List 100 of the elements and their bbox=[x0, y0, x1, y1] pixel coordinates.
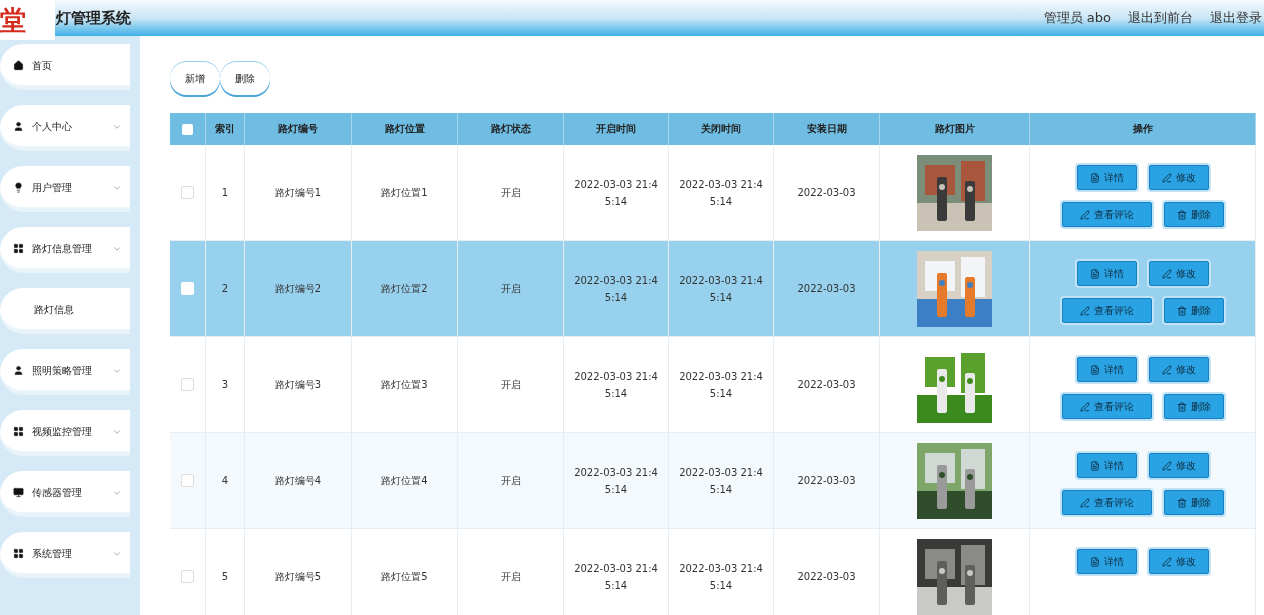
action-button[interactable]: 删除 bbox=[1163, 298, 1224, 323]
action-button[interactable]: 删除 bbox=[1163, 490, 1224, 515]
column-header: 开启时间 bbox=[564, 113, 669, 145]
column-header: 路灯位置 bbox=[352, 113, 458, 145]
table-cell: 路灯位置3 bbox=[352, 337, 458, 433]
row-highlight[interactable] bbox=[170, 337, 206, 433]
column-header: 路灯图片 bbox=[880, 113, 1030, 145]
action-button[interactable]: 修改 bbox=[1148, 549, 1209, 574]
sidebar-item[interactable]: 用户管理 bbox=[0, 166, 130, 212]
table-cell: 3 bbox=[206, 337, 245, 433]
lightbulb-icon bbox=[13, 182, 24, 193]
table-cell: 2022-03-03 21:45:14 bbox=[564, 145, 669, 241]
action-button[interactable]: 详情 bbox=[1076, 549, 1137, 574]
document-icon bbox=[1089, 460, 1100, 471]
pen-icon bbox=[1161, 268, 1172, 279]
user-icon bbox=[13, 121, 24, 132]
sidebar-item[interactable]: 系统管理 bbox=[0, 532, 130, 578]
table-cell: 路灯位置2 bbox=[352, 241, 458, 337]
header-link[interactable]: 退出登录 bbox=[1210, 9, 1262, 27]
table-cell: 2022-03-03 21:45:14 bbox=[669, 241, 774, 337]
column-header: 安装日期 bbox=[774, 113, 880, 145]
trash-icon bbox=[1176, 305, 1187, 316]
action-button[interactable]: 详情 bbox=[1076, 165, 1137, 190]
trash-icon bbox=[1176, 497, 1187, 508]
column-header: 路灯状态 bbox=[458, 113, 564, 145]
trash-icon bbox=[1176, 401, 1187, 412]
table-cell: 路灯编号2 bbox=[245, 241, 352, 337]
action-button[interactable]: 查看评论 bbox=[1061, 202, 1152, 227]
app-title: 灯管理系统 bbox=[56, 8, 131, 28]
document-icon bbox=[1089, 556, 1100, 567]
action-button[interactable]: 删除 bbox=[1163, 394, 1224, 419]
table-cell: 开启 bbox=[458, 241, 564, 337]
pen-icon bbox=[1079, 497, 1090, 508]
action-button[interactable]: 详情 bbox=[1076, 357, 1137, 382]
column-header: 索引 bbox=[206, 113, 245, 145]
row-checkbox[interactable] bbox=[181, 378, 194, 391]
table-cell: 开启 bbox=[458, 337, 564, 433]
toolbar-button[interactable]: 新增 bbox=[170, 62, 220, 95]
row-checkbox[interactable] bbox=[181, 474, 194, 487]
action-button[interactable]: 删除 bbox=[1163, 202, 1224, 227]
table-cell: 2022-03-03 bbox=[774, 433, 880, 529]
pen-icon bbox=[1079, 305, 1090, 316]
row-checkbox[interactable] bbox=[181, 186, 194, 199]
action-button[interactable]: 修改 bbox=[1148, 165, 1209, 190]
action-button[interactable]: 详情 bbox=[1076, 453, 1137, 478]
sidebar-item[interactable]: 个人中心 bbox=[0, 105, 130, 151]
pen-icon bbox=[1079, 401, 1090, 412]
pen-icon bbox=[1161, 460, 1172, 471]
sidebar-item[interactable]: 路灯信息管理 bbox=[0, 227, 130, 273]
trash-icon bbox=[1176, 209, 1187, 220]
action-button[interactable]: 查看评论 bbox=[1061, 490, 1152, 515]
table-cell: 4 bbox=[206, 433, 245, 529]
grid-icon bbox=[13, 243, 24, 254]
table-cell: 2022-03-03 21:45:14 bbox=[564, 433, 669, 529]
pen-icon bbox=[1161, 364, 1172, 375]
table-cell: 2 bbox=[206, 241, 245, 337]
table-cell: 2022-03-03 21:45:14 bbox=[669, 337, 774, 433]
sidebar-item[interactable]: 首页 bbox=[0, 44, 130, 90]
column-header: 关闭时间 bbox=[669, 113, 774, 145]
sidebar-item[interactable]: 照明策略管理 bbox=[0, 349, 130, 395]
pen-icon bbox=[1161, 172, 1172, 183]
column-header: 路灯编号 bbox=[245, 113, 352, 145]
select-all-checkbox[interactable] bbox=[182, 123, 193, 135]
row-highlight[interactable] bbox=[170, 433, 206, 529]
header-link[interactable]: 退出到前台 bbox=[1128, 9, 1193, 27]
table-cell: 路灯编号3 bbox=[245, 337, 352, 433]
row-highlight[interactable] bbox=[170, 145, 206, 241]
table-cell: 路灯位置4 bbox=[352, 433, 458, 529]
table-cell: 开启 bbox=[458, 145, 564, 241]
document-icon bbox=[1089, 172, 1100, 183]
action-button[interactable]: 详情 bbox=[1076, 261, 1137, 286]
table-cell: 2022-03-03 21:45:14 bbox=[564, 337, 669, 433]
table-cell: 路灯编号4 bbox=[245, 433, 352, 529]
action-button[interactable]: 查看评论 bbox=[1061, 394, 1152, 419]
sidebar-item[interactable]: 视频监控管理 bbox=[0, 410, 130, 456]
document-icon bbox=[1089, 268, 1100, 279]
table-cell: 1 bbox=[206, 145, 245, 241]
table-cell: 路灯编号1 bbox=[245, 145, 352, 241]
table-cell: 2022-03-03 bbox=[774, 241, 880, 337]
pen-icon bbox=[1161, 556, 1172, 567]
action-button[interactable]: 修改 bbox=[1148, 453, 1209, 478]
monitor-icon bbox=[13, 487, 24, 498]
column-header: 操作 bbox=[1030, 113, 1256, 145]
row-checkbox[interactable] bbox=[181, 570, 194, 583]
user-icon bbox=[13, 365, 24, 376]
action-button[interactable]: 修改 bbox=[1148, 357, 1209, 382]
action-button[interactable]: 查看评论 bbox=[1061, 298, 1152, 323]
user-label: 管理员 abo bbox=[1043, 9, 1111, 27]
grid-icon bbox=[13, 426, 24, 437]
toolbar-button[interactable]: 删除 bbox=[220, 62, 270, 95]
table-cell: 2022-03-03 21:45:14 bbox=[564, 241, 669, 337]
action-button[interactable]: 修改 bbox=[1148, 261, 1209, 286]
table-cell: 2022-03-03 21:45:14 bbox=[669, 433, 774, 529]
table-cell: 2022-03-03 21:45:14 bbox=[669, 145, 774, 241]
row-highlight[interactable] bbox=[170, 241, 206, 337]
logo: 堂 bbox=[0, 0, 55, 40]
sidebar-item[interactable]: 传感器管理 bbox=[0, 471, 130, 517]
sidebar-subitem[interactable]: 路灯信息 bbox=[0, 288, 130, 334]
home-icon bbox=[13, 60, 24, 71]
table-cell: 2022-03-03 bbox=[774, 145, 880, 241]
